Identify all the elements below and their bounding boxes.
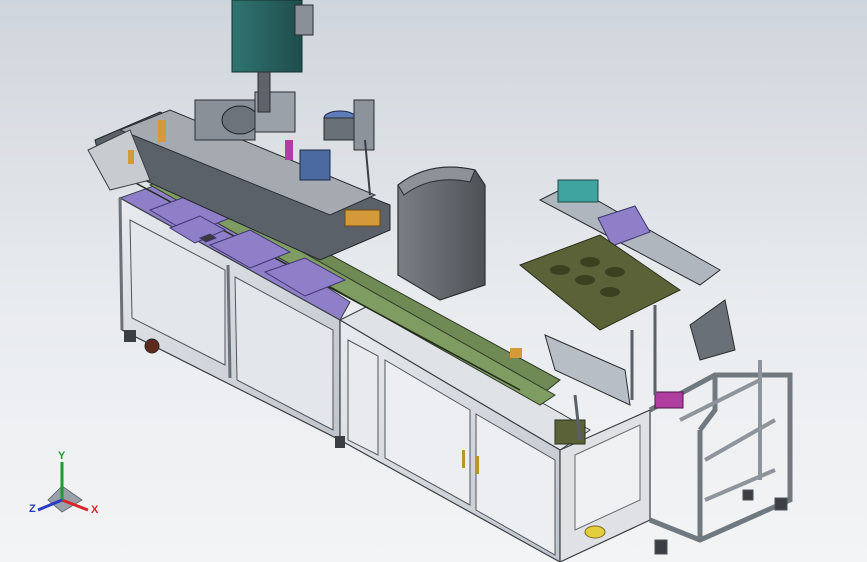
aluminum-frame-right [648, 360, 793, 555]
triad-label-x: X [91, 504, 99, 516]
motor-mount-plate [294, 4, 314, 36]
caster-wheel [742, 489, 754, 501]
cabinet-right-door-1[interactable] [347, 339, 379, 456]
teal-actuator [557, 179, 599, 203]
door-handle[interactable] [462, 450, 465, 468]
roller [221, 105, 259, 135]
accent-part [510, 348, 522, 358]
cup-slot [580, 257, 600, 267]
accent-part [128, 150, 134, 164]
bowl-feeder-body [323, 117, 357, 141]
cup-slot [550, 265, 570, 275]
cup-slot [575, 275, 595, 285]
caster-wheel [774, 497, 788, 511]
cad-viewport[interactable] [0, 0, 867, 562]
cabinet-left-frame-edge [118, 197, 124, 331]
accent-part [299, 149, 331, 181]
caster-wheel [335, 436, 345, 448]
protective-hood [397, 166, 486, 301]
coordinate-triad [37, 462, 89, 513]
triad-label-y: Y [58, 450, 66, 462]
cabinet-left-frame-edge [226, 264, 232, 379]
servo-motor-shaft [257, 71, 271, 113]
cup-slot [600, 287, 620, 297]
accent-part [654, 391, 684, 409]
servo-motor-body [231, 0, 303, 73]
caster-wheel [144, 338, 160, 354]
door-handle[interactable] [476, 456, 479, 474]
caster-wheel [124, 330, 136, 342]
accent-part [285, 140, 293, 160]
accent-part [158, 120, 166, 142]
exit-bracket [689, 299, 736, 361]
discharge-chute [544, 334, 631, 406]
caster-wheel [654, 539, 668, 555]
cup-slot [605, 267, 625, 277]
bowl-feeder-stand [353, 99, 375, 151]
triad-base [47, 485, 83, 513]
accent-part [344, 209, 381, 227]
triad-label-z: Z [29, 503, 36, 515]
warning-label [584, 525, 606, 539]
